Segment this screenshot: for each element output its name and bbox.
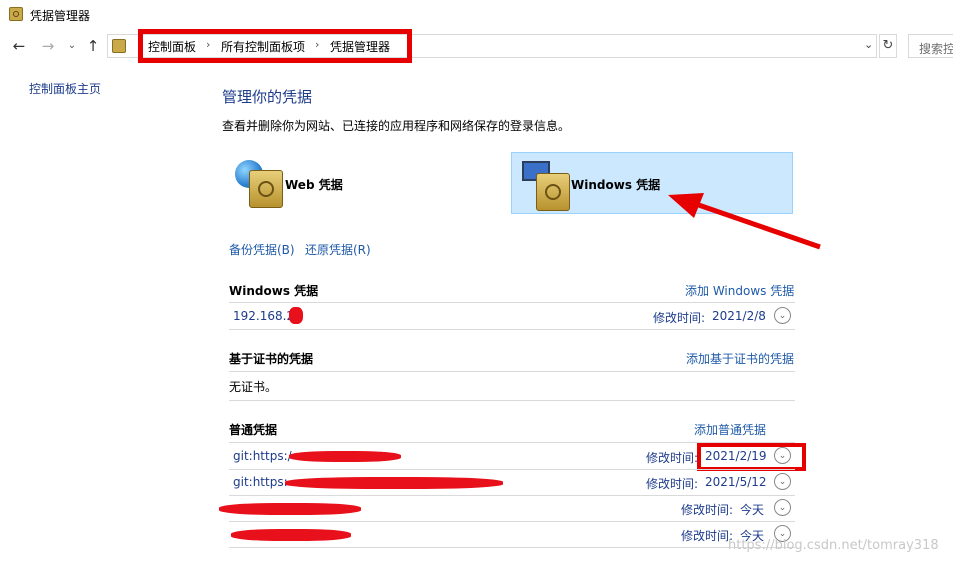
modified-label: 修改时间: [681,503,734,517]
credential-name: git:https: [233,475,288,489]
restore-credentials-link[interactable]: 还原凭据(R) [305,241,371,258]
credential-row[interactable]: git:https: 修改时间: 2021/5/12 ⌄ [229,469,795,495]
redaction-mark [289,451,401,462]
page-title: 管理你的凭据 [222,88,313,106]
redaction-mark [285,477,503,489]
modified-label: 修改时间: [681,529,734,543]
divider [229,400,795,401]
annotation-arrow [668,193,821,250]
credential-manager-icon [9,7,23,21]
redaction-mark [231,529,351,541]
modified-label: 修改时间: [646,451,699,465]
divider [229,371,795,372]
arrow-left-icon[interactable]: ← [10,36,28,56]
title-bar: 凭据管理器 [0,0,953,30]
vault-icon [249,170,283,208]
modified-date: 今天 [740,503,765,517]
vault-icon [536,173,570,211]
modified-date: 2021/5/12 [705,475,767,489]
modified-label: 修改时间: [646,477,699,491]
annotation-red-box [697,443,806,471]
refresh-icon[interactable]: ↻ [879,34,897,58]
sidebar-item-home[interactable]: 控制面板主页 [29,80,101,97]
divider [229,329,795,330]
divider [229,547,795,548]
arrow-up-icon[interactable]: ↑ [84,36,102,56]
credential-name: git:https:/ [233,449,292,463]
modified-date: 2021/2/8 [712,309,766,323]
arrow-right-icon[interactable]: → [39,36,57,56]
credential-row[interactable]: 修改时间: 今天 ⌄ [219,495,795,521]
window-title: 凭据管理器 [30,9,91,23]
annotation-red-box [138,29,412,63]
chevron-down-icon[interactable]: ⌄ [864,38,873,51]
credential-row[interactable]: 192.168.2. 修改时间: 2021/2/8 ⌄ [229,303,795,329]
credential-row[interactable]: 修改时间: 今天 ⌄ [229,521,795,547]
windows-credentials-heading: Windows 凭据 [229,284,319,298]
backup-credentials-link[interactable]: 备份凭据(B) [229,241,295,258]
add-windows-credential-link[interactable]: 添加 Windows 凭据 [685,282,794,299]
chevron-down-icon[interactable]: ⌄ [774,473,791,490]
chevron-down-icon[interactable]: ⌄ [774,499,791,516]
windows-credentials-label: Windows 凭据 [571,178,661,192]
recent-locations-chevron-icon[interactable]: ⌄ [63,36,81,56]
redaction-mark [219,503,361,515]
add-cert-credential-link[interactable]: 添加基于证书的凭据 [686,350,794,367]
web-credentials-label: Web 凭据 [285,178,343,192]
add-generic-credential-link[interactable]: 添加普通凭据 [694,421,766,438]
watermark: https://blog.csdn.net/tomray318 [728,538,939,553]
modified-label: 修改时间: [653,311,706,325]
folder-icon [112,39,126,53]
generic-credentials-heading: 普通凭据 [229,423,278,437]
search-input[interactable]: 搜索控 [908,34,953,58]
chevron-down-icon[interactable]: ⌄ [774,307,791,324]
redaction-mark [289,307,303,324]
no-cert-text: 无证书。 [229,380,278,394]
page-description: 查看并删除你为网站、已连接的应用程序和网络保存的登录信息。 [222,119,571,133]
web-credentials-tile[interactable]: Web 凭据 [229,152,511,214]
cert-credentials-heading: 基于证书的凭据 [229,352,314,366]
